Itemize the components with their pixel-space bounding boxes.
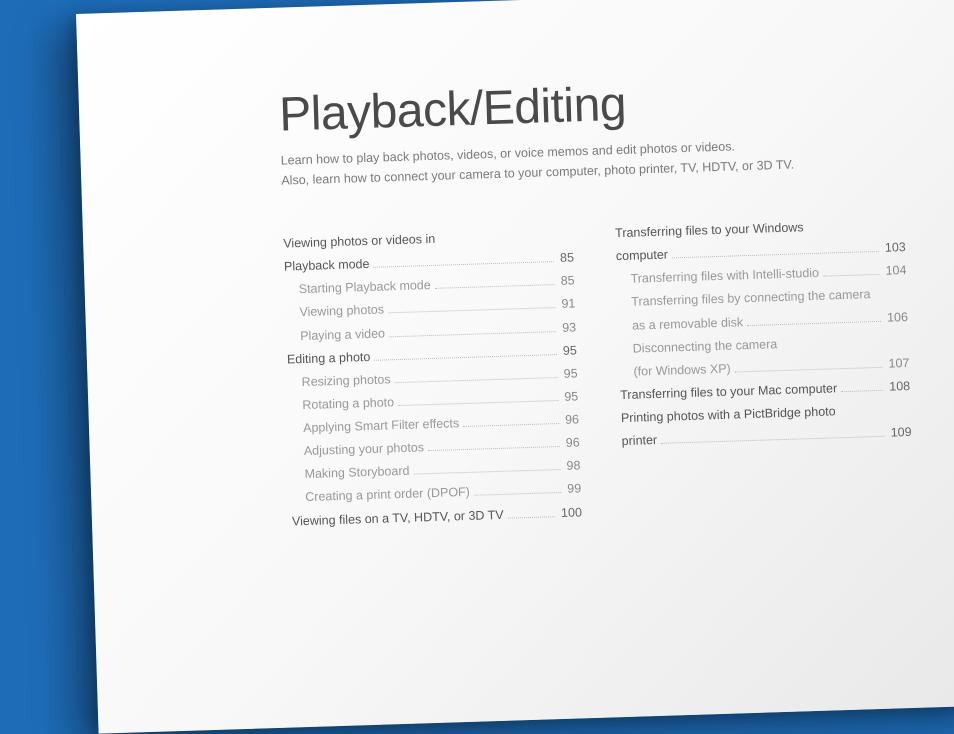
toc-leader-dots [398,400,558,406]
toc-page-number: 100 [559,501,583,525]
toc-leader-dots [389,331,556,337]
toc-label: Starting Playback mode [298,274,431,301]
toc-leader-dots [374,354,557,361]
toc-leader-dots [823,274,880,277]
toc-leader-dots [428,446,560,451]
toc-leader-dots [508,516,555,518]
toc-label: Editing a photo [287,346,371,372]
toc-label: Playing a video [300,322,385,348]
toc-page-number: 106 [885,306,909,330]
toc-label: Resizing photos [301,368,391,394]
chapter-title: Playback/Editing [278,67,939,143]
toc-label: (for Windows XP) [633,357,731,383]
toc-page-number: 96 [563,432,580,456]
toc-column-right: Transferring files to your Windows compu… [615,213,914,523]
toc-leader-dots [747,320,881,325]
toc-label: as a removable disk [632,311,744,338]
table-of-contents: Viewing photos or videos in Playback mod… [283,212,952,533]
toc-leader-dots [388,307,555,313]
toc-label: Applying Smart Filter effects [303,412,460,440]
toc-page-number: 96 [563,408,580,432]
toc-label: computer [616,244,669,269]
toc-leader-dots [463,423,559,427]
toc-label: Viewing photos [299,299,384,325]
toc-page-number: 107 [886,352,910,376]
toc-leader-dots [474,492,561,496]
toc-leader-dots [735,367,883,373]
toc-label: printer [621,429,657,453]
toc-leader-dots [841,390,883,392]
toc-page-number: 85 [558,247,575,271]
toc-page-number: 95 [562,385,579,409]
toc-page-number: 109 [888,421,912,445]
toc-leader-dots [672,251,879,259]
toc-leader-dots [661,436,885,444]
toc-label: Viewing photos or videos in [283,228,436,256]
document-page: Playback/Editing Learn how to play back … [76,0,954,734]
toc-leader-dots [435,284,555,289]
toc-label: Making Storyboard [304,460,410,486]
toc-page-number: 95 [561,339,578,363]
toc-page-number: 93 [560,316,577,340]
toc-page-number: 108 [887,375,911,399]
toc-column-left: Viewing photos or videos in Playback mod… [283,223,582,533]
toc-label: Rotating a photo [302,391,394,417]
toc-page-number: 85 [558,270,575,294]
toc-page-number: 95 [561,362,578,386]
toc-label: Playback mode [284,253,370,279]
toc-page-number: 98 [564,455,581,479]
toc-leader-dots [374,261,555,268]
toc-page-number: 91 [559,293,576,317]
toc-page-number: 104 [883,259,907,283]
toc-page-number: 103 [883,236,907,260]
toc-leader-dots [414,469,561,475]
toc-leader-dots [395,377,558,383]
toc-page-number: 99 [565,478,582,502]
